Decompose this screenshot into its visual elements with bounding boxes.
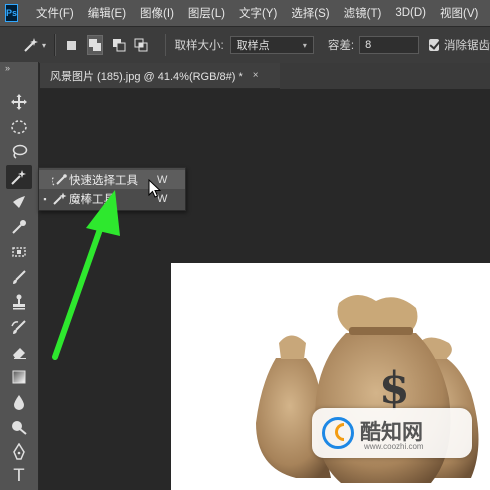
- new-selection-button[interactable]: [64, 36, 79, 54]
- brush-tool[interactable]: [6, 265, 32, 289]
- marquee-tool[interactable]: [6, 115, 32, 139]
- options-bar: ▾ 取样大小: 取样点 ▾ 容差: 8 消除锯齿: [0, 26, 490, 64]
- subtract-selection-icon: [112, 39, 126, 52]
- tab-strip: [280, 63, 490, 89]
- dodge-icon: [12, 421, 27, 435]
- watermark-url: www.coozhi.com: [364, 442, 424, 451]
- tolerance-label: 容差:: [327, 40, 355, 52]
- flyout-item-quick-selection[interactable]: 快速选择工具 W: [39, 170, 185, 189]
- selected-bullet-icon: ▪: [43, 193, 47, 204]
- quick-selection-icon: [51, 173, 69, 187]
- history-brush-icon: [11, 320, 26, 334]
- collapse-panel-button[interactable]: »: [5, 63, 10, 73]
- sample-size-label: 取样大小:: [174, 40, 224, 52]
- magic-wand-icon: [11, 170, 26, 185]
- crop-icon: [13, 196, 25, 208]
- tool-flyout-menu: 快速选择工具 W ▪ 魔棒工具 W: [38, 167, 186, 211]
- eyedropper-tool[interactable]: [6, 215, 32, 239]
- history-brush-tool[interactable]: [6, 315, 32, 339]
- eraser-icon: [13, 348, 26, 359]
- menu-image[interactable]: 图像(I): [140, 5, 174, 21]
- document-tab[interactable]: 风景图片 (185).jpg @ 41.4%(RGB/8#) * ×: [40, 63, 280, 89]
- magic-wand-icon: [24, 38, 38, 52]
- gradient-tool[interactable]: [6, 365, 32, 389]
- crop-tool[interactable]: [6, 190, 32, 214]
- square-icon: [66, 40, 76, 50]
- antialias-label: 消除锯齿: [444, 40, 490, 52]
- intersect-selection-icon: [134, 38, 148, 52]
- tool-preset-picker[interactable]: ▾: [22, 36, 46, 54]
- flyout-item-magic-wand[interactable]: ▪ 魔棒工具 W: [39, 189, 185, 208]
- move-icon: [11, 94, 27, 110]
- move-tool[interactable]: [6, 90, 32, 114]
- menu-filter[interactable]: 滤镜(T): [344, 5, 382, 21]
- healing-tool[interactable]: [6, 240, 32, 264]
- stamp-tool[interactable]: [6, 290, 32, 314]
- gradient-icon: [12, 370, 26, 384]
- svg-text:$: $: [379, 363, 410, 414]
- add-to-selection-button[interactable]: [86, 35, 104, 55]
- tools-panel: » T: [0, 62, 39, 490]
- dodge-tool[interactable]: [6, 415, 32, 439]
- clone-stamp-icon: [13, 294, 25, 310]
- flyout-item-label: 快速选择工具: [69, 174, 138, 187]
- intersect-selection-button[interactable]: [134, 36, 149, 54]
- marquee-icon: [11, 120, 27, 134]
- magic-wand-icon: [51, 192, 69, 206]
- eraser-tool[interactable]: [6, 340, 32, 364]
- divider: [164, 34, 167, 56]
- brush-icon: [13, 270, 26, 284]
- blur-tool[interactable]: [6, 390, 32, 414]
- menu-view[interactable]: 视图(V): [440, 5, 478, 21]
- menu-edit[interactable]: 编辑(E): [88, 5, 126, 21]
- healing-brush-icon: [12, 247, 26, 257]
- type-tool[interactable]: T: [6, 464, 32, 488]
- lasso-tool[interactable]: [6, 140, 32, 164]
- lasso-icon: [12, 144, 28, 159]
- tolerance-input[interactable]: 8: [359, 36, 420, 54]
- blur-icon: [14, 395, 24, 410]
- sample-size-select[interactable]: 取样点 ▾: [229, 36, 314, 54]
- pen-icon: [13, 443, 25, 460]
- coozhi-logo-icon: [322, 417, 354, 449]
- flyout-item-label: 魔棒工具: [69, 193, 115, 206]
- antialias-checkbox[interactable]: [429, 39, 439, 51]
- menu-file[interactable]: 文件(F): [36, 5, 74, 21]
- add-selection-icon: [88, 39, 101, 51]
- pen-tool[interactable]: [6, 440, 32, 464]
- magic-wand-tool[interactable]: [6, 165, 32, 189]
- menu-select[interactable]: 选择(S): [291, 5, 329, 21]
- menu-type[interactable]: 文字(Y): [239, 5, 277, 21]
- chevron-down-icon: ▾: [42, 40, 47, 50]
- watermark-badge: 酷知网 www.coozhi.com: [312, 408, 472, 458]
- document-title: 风景图片 (185).jpg @ 41.4%(RGB/8#) *: [50, 70, 243, 83]
- divider: [54, 34, 56, 56]
- menu-bar: Ps 文件(F) 编辑(E) 图像(I) 图层(L) 文字(Y) 选择(S) 滤…: [0, 0, 490, 26]
- eyedropper-icon: [12, 220, 26, 234]
- sample-size-value: 取样点: [236, 40, 270, 52]
- chevron-down-icon: ▾: [302, 40, 307, 50]
- subtract-from-selection-button[interactable]: [111, 36, 126, 54]
- photoshop-logo: Ps: [5, 4, 19, 22]
- mouse-cursor-icon: [148, 179, 162, 198]
- menu-layer[interactable]: 图层(L): [188, 5, 225, 21]
- type-icon: T: [13, 466, 25, 486]
- menu-3d[interactable]: 3D(D): [395, 7, 426, 19]
- close-tab-button[interactable]: ×: [253, 70, 259, 81]
